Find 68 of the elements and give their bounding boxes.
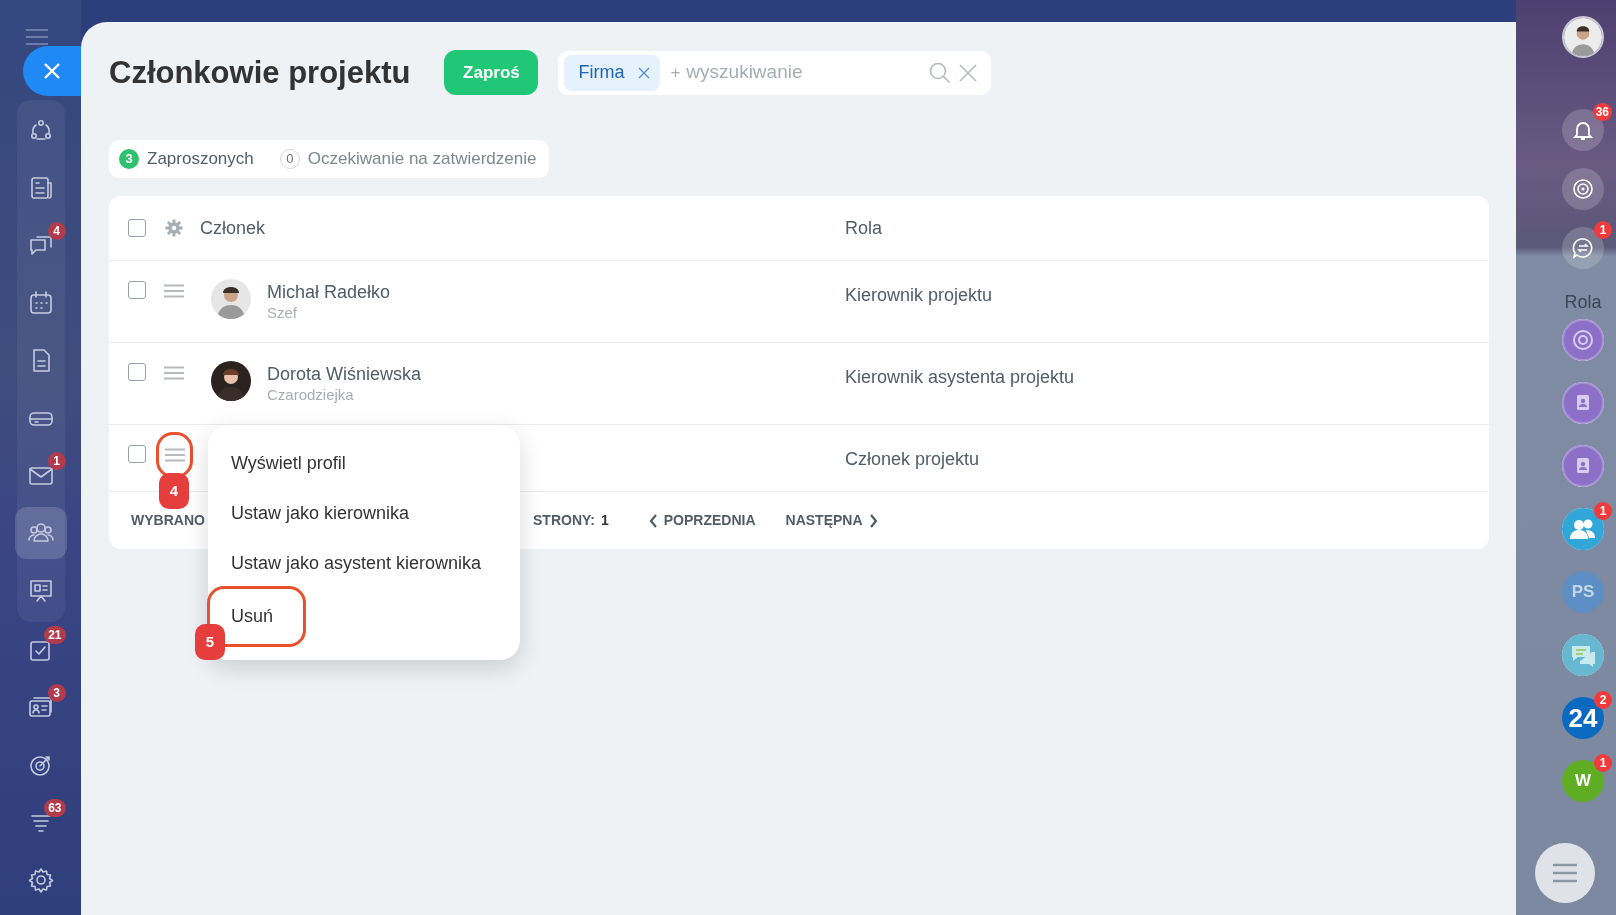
checkbox[interactable] (128, 445, 146, 463)
step-number: 5 (195, 624, 225, 660)
menu-button[interactable] (1535, 843, 1595, 903)
checkbox[interactable] (128, 281, 146, 299)
badge: 21 (44, 626, 66, 645)
badge: 1 (47, 451, 66, 470)
badge: 36 (1592, 103, 1612, 121)
settings-icon[interactable] (164, 218, 184, 238)
menu-item[interactable]: Ustaw jako kierownika (208, 489, 433, 538)
next-button[interactable]: NASTĘPNA (785, 510, 878, 531)
counter-label[interactable]: Zaproszonych (147, 146, 254, 172)
member-role: Kierownik asystenta projektu (845, 367, 1075, 387)
member-role: Kierownik projektu (845, 285, 993, 305)
member-position: Czarodziejka (267, 385, 355, 405)
selected-label: WYBRANO (131, 512, 205, 528)
sidebar-button[interactable] (1562, 227, 1604, 269)
contact-book-icon (1562, 382, 1604, 424)
badge: 2 (1594, 691, 1612, 709)
checkbox[interactable] (128, 363, 146, 381)
column-header: Rola (845, 217, 883, 238)
page-title: Członkowie projektu (109, 53, 411, 92)
badge: 1 (1594, 221, 1612, 239)
column-header: Rola (1564, 291, 1602, 314)
chevron-right-icon (868, 513, 878, 528)
sidebar-item[interactable]: 63 (14, 796, 67, 849)
search-field[interactable]: Firma + wyszukiwanie (558, 50, 992, 95)
contact-book-icon (1562, 445, 1604, 487)
counter-label[interactable]: Oczekiwanie na zatwierdzenie (307, 146, 537, 172)
remove-icon[interactable] (638, 66, 651, 79)
previous-button[interactable]: POPRZEDNIA (648, 510, 756, 531)
drag-handle-icon[interactable] (159, 435, 190, 475)
plus-sign: + (670, 61, 681, 84)
pages-label: STRONY: (533, 512, 595, 528)
chat-icon (1571, 236, 1595, 260)
member-position: Szef (267, 303, 298, 323)
step-number: 4 (159, 473, 189, 509)
sidebar-button[interactable] (1562, 508, 1604, 550)
close-button[interactable] (23, 46, 81, 96)
member-name[interactable]: Michał Radełko (267, 281, 391, 304)
badge: 4 (47, 221, 66, 240)
sidebar-item[interactable]: 1 (14, 449, 67, 502)
people-icon (1562, 508, 1604, 550)
member-role: Członek projektu (845, 449, 980, 469)
column-header: Członek (200, 216, 266, 240)
filter-chip[interactable]: Firma (564, 54, 661, 91)
badge: 3 (47, 683, 66, 702)
chat-icon (1562, 634, 1604, 676)
checkbox[interactable] (128, 219, 146, 237)
sidebar-item[interactable]: 4 (14, 219, 67, 272)
badge: 1 (1594, 754, 1612, 772)
sidebar-item[interactable]: 21 (14, 624, 67, 677)
member-name[interactable]: Dorota Wiśniewska (267, 363, 422, 386)
badge: 63 (44, 798, 66, 817)
settings-icon (26, 866, 55, 895)
sidebar-item[interactable] (14, 507, 67, 560)
chevron-left-icon (648, 513, 658, 528)
sidebar-button[interactable] (1562, 168, 1604, 210)
menu-item[interactable]: Wyświetl profil (208, 439, 369, 488)
count-badge: 3 (119, 149, 139, 169)
page-count: 1 (600, 512, 609, 528)
chip-label: Firma (578, 61, 625, 84)
menu-item[interactable]: Ustaw jako asystent kierownika (208, 539, 505, 588)
sidebar-button[interactable] (1562, 634, 1604, 676)
bell-icon (1572, 119, 1594, 141)
close-icon (43, 62, 61, 80)
menu-icon (1552, 863, 1578, 883)
sidebar-item[interactable]: 3 (14, 681, 67, 734)
badge: 1 (1594, 502, 1612, 520)
